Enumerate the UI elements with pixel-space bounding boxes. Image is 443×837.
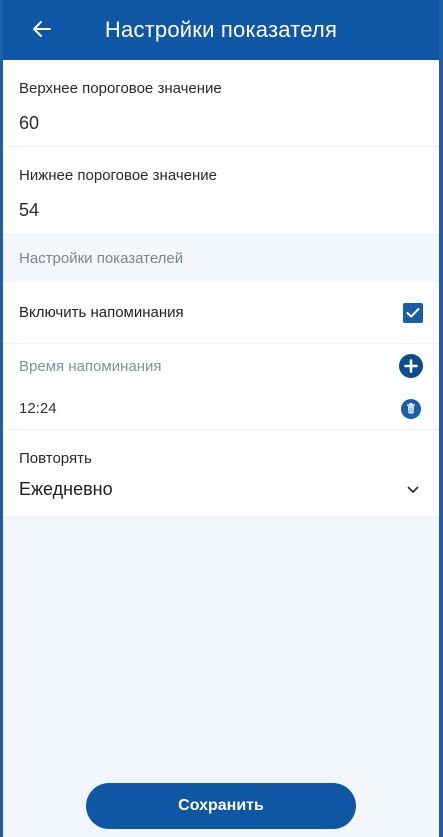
app-bar: Настройки показателя <box>3 0 439 60</box>
footer: Сохранить <box>3 783 439 829</box>
section-title: Настройки показателей <box>3 235 439 282</box>
reminder-time-header: Время напоминания <box>3 344 439 388</box>
enable-reminders-checkbox[interactable] <box>403 302 423 323</box>
chevron-down-icon <box>407 486 419 493</box>
back-button[interactable] <box>27 14 57 44</box>
upper-threshold-label: Верхнее пороговое значение <box>19 80 222 97</box>
enable-reminders-label: Включить напоминания <box>19 304 184 321</box>
lower-threshold-field[interactable]: Нижнее пороговое значение 54 <box>3 147 439 235</box>
reminder-time-label: Время напоминания <box>19 357 162 375</box>
delete-reminder-button[interactable] <box>401 398 421 419</box>
reminder-time-value[interactable]: 12:24 <box>19 400 57 417</box>
upper-threshold-value[interactable]: 60 <box>19 97 423 148</box>
save-button[interactable]: Сохранить <box>86 783 356 829</box>
lower-threshold-label: Нижнее пороговое значение <box>19 167 218 184</box>
check-icon <box>406 307 420 318</box>
reminder-time-item[interactable]: 12:24 <box>3 388 439 430</box>
enable-reminders-row[interactable]: Включить напоминания <box>3 282 439 344</box>
screen: Настройки показателя Верхнее пороговое з… <box>0 0 443 837</box>
add-reminder-button[interactable] <box>399 354 423 378</box>
repeat-select[interactable]: Ежедневно <box>19 467 419 516</box>
arrow-left-icon <box>33 21 51 37</box>
repeat-field[interactable]: Повторять Ежедневно <box>3 430 439 517</box>
plus-icon <box>404 359 418 373</box>
upper-threshold-field[interactable]: Верхнее пороговое значение 60 <box>3 60 439 147</box>
repeat-selected-value: Ежедневно <box>19 479 113 499</box>
page-title: Настройки показателя <box>104 17 338 42</box>
trash-icon <box>407 403 415 414</box>
lower-threshold-value[interactable]: 54 <box>19 184 423 235</box>
repeat-label: Повторять <box>19 450 92 467</box>
